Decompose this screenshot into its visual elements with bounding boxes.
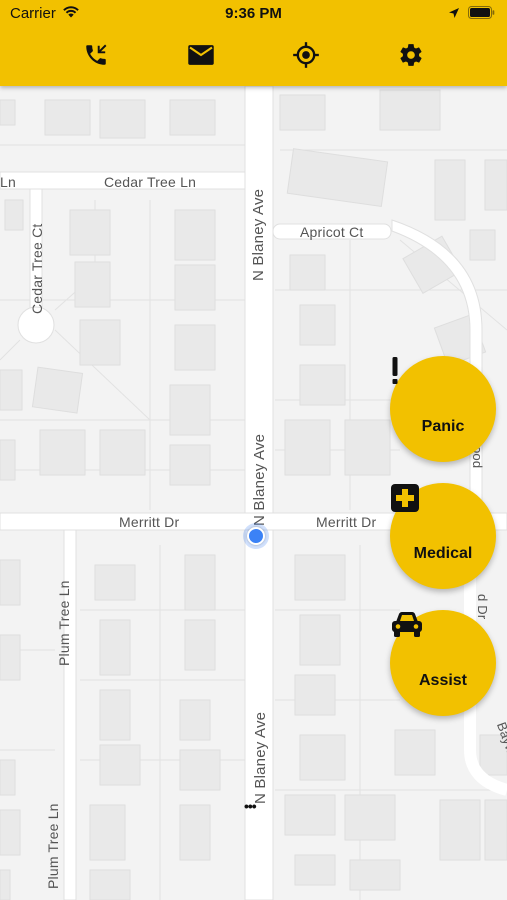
medical-label: Medical (413, 545, 473, 562)
street-label-cedar-tree-ct: Cedar Tree Ct (29, 223, 45, 314)
location-arrow-icon (448, 6, 460, 24)
phone-icon (83, 42, 109, 73)
street-label-n-blaney-ave-top: N Blaney Ave (250, 188, 267, 281)
street-label-cedar-tree-ln: Cedar Tree Ln (104, 174, 197, 190)
panic-label: Panic (421, 418, 465, 435)
assist-button[interactable]: Assist (390, 610, 496, 716)
street-label-plum-tree-ln-bottom: Plum Tree Ln (45, 803, 61, 889)
status-time: 9:36 PM (225, 5, 282, 22)
street-label-right-edge-2: d Dr (475, 594, 490, 620)
street-label-cedar-tree-ln-left: Ln (0, 174, 16, 190)
street-label-merritt-dr-right: Merritt Dr (316, 514, 377, 530)
street-label-n-blaney-ave-mid: N Blaney Ave (251, 433, 268, 526)
street-label-plum-tree-ln-top: Plum Tree Ln (56, 580, 72, 666)
street-label-merritt-dr-left: Merritt Dr (119, 514, 180, 530)
map-view[interactable]: Ln Cedar Tree Ln Cedar Tree Ct Apricot C… (0, 86, 507, 900)
mail-icon (187, 44, 215, 71)
battery-icon (468, 6, 495, 24)
locate-button[interactable] (289, 40, 323, 74)
more-dots-icon: ••• (244, 798, 257, 814)
settings-button[interactable] (394, 40, 428, 74)
toolbar (0, 40, 507, 74)
call-button[interactable] (79, 40, 113, 74)
app-root: Carrier 9:36 PM Ln Cedar Tree Ln Cedar T… (0, 0, 507, 900)
user-location-dot (247, 527, 265, 545)
locate-icon (292, 41, 320, 74)
gear-icon (398, 42, 424, 73)
street-label-n-blaney-ave-bottom: N Blaney Ave (252, 711, 269, 804)
message-button[interactable] (184, 40, 218, 74)
status-right (448, 6, 495, 24)
status-bar: Carrier 9:36 PM (0, 0, 507, 28)
user-location-marker (243, 523, 269, 549)
street-label-apricot-ct: Apricot Ct (300, 224, 364, 240)
medical-button[interactable]: Medical (390, 483, 496, 589)
header-bar: Carrier 9:36 PM (0, 0, 507, 86)
assist-label: Assist (418, 672, 468, 689)
panic-button[interactable]: Panic (390, 356, 496, 462)
